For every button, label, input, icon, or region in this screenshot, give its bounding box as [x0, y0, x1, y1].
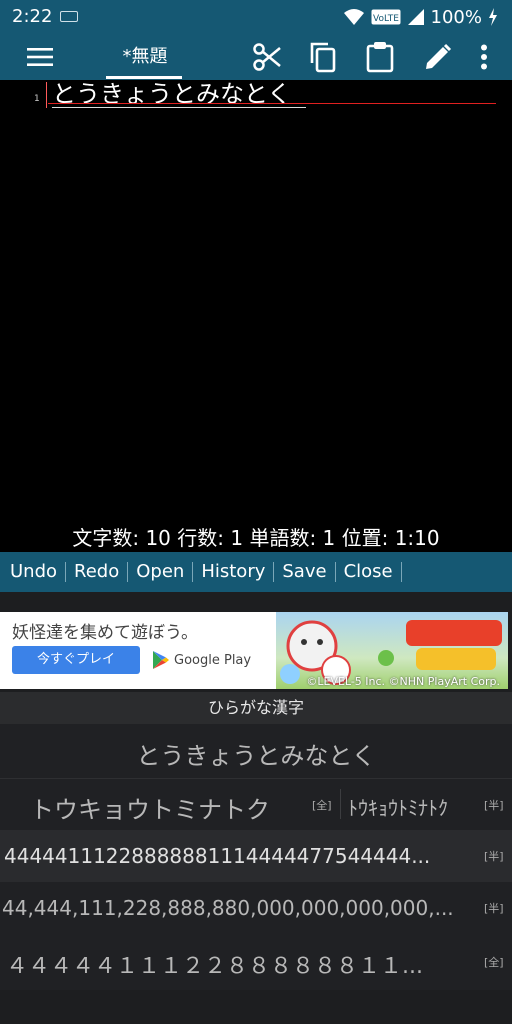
candidate-text[interactable]: とうきょうとみなとく: [0, 736, 512, 771]
signal-icon: [407, 9, 424, 25]
menu-icon[interactable]: [20, 34, 60, 80]
candidate-row[interactable]: ４４４４４１１１２２８８８８８８１１... [全]: [0, 934, 512, 990]
status-time: 2:22: [12, 6, 53, 27]
google-play-icon: [153, 651, 169, 669]
status-bar: 2:22 VoLTE 100%: [0, 0, 512, 34]
composition-underline: [52, 107, 306, 108]
google-play-badge[interactable]: Google Play: [152, 648, 251, 672]
candidate-tag: [全]: [484, 956, 504, 969]
candidate-text[interactable]: ﾄｳｷｮｳﾄﾐﾅﾄｸ: [348, 792, 448, 821]
more-vert-icon[interactable]: [464, 34, 504, 80]
candidate-row[interactable]: とうきょうとみなとく: [0, 724, 512, 778]
svg-text:VoLTE: VoLTE: [373, 14, 399, 24]
line-number: 1: [34, 94, 40, 104]
clipboard-icon[interactable]: [360, 34, 400, 80]
keyboard-icon: [60, 11, 78, 22]
toolbar: *無題: [0, 34, 512, 80]
action-bar: Undo Redo Open History Save Close: [0, 552, 512, 592]
ad-title: 妖怪達を集めて遊ぼう。: [12, 623, 198, 643]
ad-cta-button[interactable]: 今すぐプレイ: [12, 646, 140, 674]
document-stats: 文字数: 10 行数: 1 単語数: 1 位置: 1:10: [72, 526, 440, 550]
gutter-line: [46, 82, 47, 108]
ad-banner[interactable]: 妖怪達を集めて遊ぼう。 今すぐプレイ Google Play ©LEVEL-5 …: [0, 612, 508, 689]
scissors-icon[interactable]: [247, 34, 287, 80]
ad-artwork: ©LEVEL-5 Inc. ©NHN PlayArt Corp.: [276, 612, 508, 689]
google-play-label: Google Play: [174, 652, 252, 668]
copy-icon[interactable]: [303, 34, 343, 80]
volte-icon: VoLTE: [371, 9, 401, 25]
candidate-row[interactable]: 44444111228888881114444477544444... [半]: [0, 830, 512, 882]
current-line-marker: [48, 103, 496, 104]
pencil-icon[interactable]: [418, 34, 458, 80]
redo-button[interactable]: Redo: [66, 562, 129, 582]
close-button[interactable]: Close: [336, 562, 402, 582]
candidate-tag: [半]: [484, 850, 504, 863]
ad-copyright: ©LEVEL-5 Inc. ©NHN PlayArt Corp.: [306, 675, 500, 688]
candidate-row[interactable]: トウキョウトミナトク [全] ﾄｳｷｮｳﾄﾐﾅﾄｸ [半]: [0, 778, 512, 831]
battery-percent: 100%: [430, 6, 482, 28]
candidate-text[interactable]: 44444111228888881114444477544444...: [4, 844, 430, 868]
candidate-text[interactable]: 44,444,111,228,888,880,000,000,000,000,.…: [2, 896, 454, 920]
ime-mode-label[interactable]: ひらがな漢字: [0, 692, 512, 724]
battery-charging-icon: [489, 8, 497, 26]
candidate-tag: [全]: [312, 799, 332, 812]
candidate-tag: [半]: [484, 799, 504, 812]
tab-indicator: [106, 76, 182, 79]
history-button[interactable]: History: [193, 562, 275, 582]
text-editor[interactable]: 1 とうきょうとみなとく: [0, 80, 512, 550]
status-icons: VoLTE 100%: [343, 4, 498, 30]
candidate-text[interactable]: トウキョウトミナトク: [30, 790, 270, 825]
document-tab[interactable]: *無題: [100, 34, 190, 80]
candidate-text[interactable]: ４４４４４１１１２２８８８８８８１１...: [6, 948, 423, 980]
candidate-tag: [半]: [484, 902, 504, 915]
wifi-icon: [343, 9, 364, 25]
undo-button[interactable]: Undo: [2, 562, 67, 582]
candidate-row[interactable]: 44,444,111,228,888,880,000,000,000,000,.…: [0, 882, 512, 934]
save-button[interactable]: Save: [274, 562, 336, 582]
candidate-divider: [340, 789, 341, 819]
open-button[interactable]: Open: [128, 562, 194, 582]
